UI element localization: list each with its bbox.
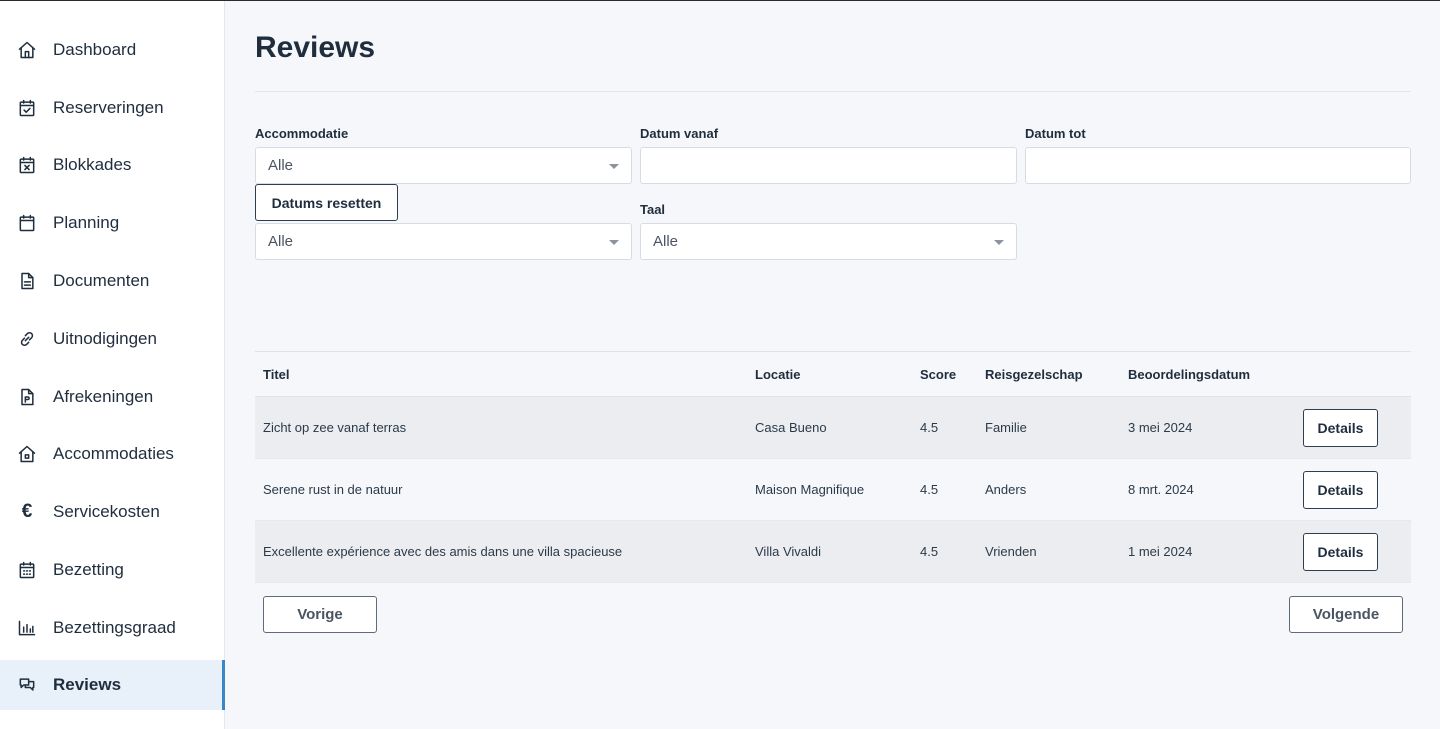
filters-panel: Accommodatie Alle Datum vanaf Datum tot …: [255, 92, 1411, 272]
sidebar-item-documenten[interactable]: Documenten: [0, 252, 224, 310]
cell-actions: Details: [1303, 470, 1411, 509]
cell-reisgezelschap: Anders: [985, 482, 1027, 497]
column-header-titel[interactable]: Titel: [255, 367, 755, 382]
details-button[interactable]: Details: [1303, 532, 1378, 571]
table-row: Serene rust in de natuur Maison Magnifiq…: [255, 459, 1411, 521]
sidebar-item-label: Documenten: [53, 271, 150, 291]
select-value: Alle: [653, 233, 679, 250]
sidebar-item-bezettingsgraad[interactable]: Bezettingsgraad: [0, 599, 224, 657]
cell-score: 4.5: [920, 482, 939, 497]
cell-titel: Serene rust in de natuur: [263, 482, 403, 497]
sidebar-item-dashboard[interactable]: Dashboard: [0, 21, 224, 79]
cell-score: 4.5: [920, 544, 939, 559]
score-select[interactable]: Alle: [255, 223, 632, 260]
cell-datum: 3 mei 2024: [1128, 420, 1193, 435]
datum-tot-input[interactable]: [1025, 147, 1411, 184]
filter-label: Accommodatie: [255, 126, 349, 141]
sidebar-item-label: Uitnodigingen: [53, 328, 157, 348]
taal-select[interactable]: Alle: [640, 223, 1017, 260]
cell-reisgezelschap: Vrienden: [985, 544, 1037, 559]
house-icon: [16, 443, 38, 465]
cell-titel: Excellente expérience avec des amis dans…: [263, 544, 623, 559]
cell-locatie: Casa Bueno: [755, 420, 827, 435]
calendar-icon: [16, 212, 38, 234]
caret-down-icon: [609, 240, 619, 245]
home-icon: [16, 39, 38, 61]
sidebar-item-label: Bezettingsgraad: [53, 617, 176, 637]
cell-titel: Zicht op zee vanaf terras: [263, 420, 407, 435]
main-content: Reviews Accommodatie Alle Datum vanaf Da…: [255, 1, 1411, 633]
reset-dates-button[interactable]: Datums resetten: [255, 184, 398, 221]
sidebar-item-blokkades[interactable]: Blokkades: [0, 137, 224, 195]
datum-vanaf-input[interactable]: [640, 147, 1017, 184]
column-header-locatie[interactable]: Locatie: [755, 367, 920, 382]
filter-accommodatie: Accommodatie Alle: [255, 126, 632, 184]
next-page-button[interactable]: Volgende: [1289, 596, 1403, 633]
caret-down-icon: [994, 240, 1004, 245]
sidebar-item-label: Planning: [53, 213, 120, 233]
cell-locatie: Maison Magnifique: [755, 482, 865, 497]
cell-actions: Details: [1303, 532, 1411, 571]
cell-datum: 8 mrt. 2024: [1128, 482, 1194, 497]
select-value: Alle: [268, 233, 294, 250]
sidebar-item-label: Blokkades: [53, 155, 132, 175]
link-icon: [16, 328, 38, 350]
filter-datum-tot: Datum tot: [1025, 126, 1411, 184]
cell-actions: Details: [1303, 408, 1411, 447]
sidebar-item-reserveringen[interactable]: Reserveringen: [0, 79, 224, 137]
table-row: Excellente expérience avec des amis dans…: [255, 521, 1411, 583]
sidebar-item-label: Dashboard: [53, 39, 137, 59]
caret-down-icon: [609, 164, 619, 169]
euro-icon: €: [21, 501, 33, 523]
filter-label: Datum vanaf: [640, 126, 719, 141]
calendar-grid-icon: [16, 559, 38, 581]
cell-score: 4.5: [920, 420, 939, 435]
table-header: Titel Locatie Score Reisgezelschap Beoor…: [255, 351, 1411, 397]
filter-label: Taal: [640, 202, 666, 217]
sidebar-item-label: Reserveringen: [53, 97, 164, 117]
sidebar-nav: Dashboard Reserveringen Blokkades Planni…: [0, 1, 225, 710]
sidebar-item-reviews[interactable]: Reviews: [0, 659, 225, 710]
table-row: Zicht op zee vanaf terras Casa Bueno 4.5…: [255, 397, 1411, 459]
filter-label: Datum tot: [1025, 126, 1086, 141]
previous-page-button[interactable]: Vorige: [263, 596, 377, 633]
sidebar-item-planning[interactable]: Planning: [0, 194, 224, 252]
filter-taal: Taal Alle: [640, 202, 1017, 260]
column-header-reisgezelschap[interactable]: Reisgezelschap: [985, 367, 1128, 382]
sidebar-item-label: Servicekosten: [53, 502, 160, 522]
sidebar-item-label: Reviews: [53, 674, 122, 694]
reviews-table: Titel Locatie Score Reisgezelschap Beoor…: [255, 351, 1411, 583]
calendar-check-icon: [16, 97, 38, 119]
select-value: Alle: [268, 157, 294, 174]
sidebar-item-label: Afrekeningen: [53, 386, 154, 406]
sidebar-item-uitnodigingen[interactable]: Uitnodigingen: [0, 310, 224, 368]
receipt-icon: [16, 386, 38, 408]
cell-reisgezelschap: Familie: [985, 420, 1027, 435]
sidebar-item-accommodaties[interactable]: Accommodaties: [0, 426, 224, 484]
sidebar-item-label: Bezetting: [53, 560, 124, 580]
column-header-score[interactable]: Score: [920, 367, 985, 382]
sidebar-item-bezetting[interactable]: Bezetting: [0, 541, 224, 599]
accommodatie-select[interactable]: Alle: [255, 147, 632, 184]
sidebar: Dashboard Reserveringen Blokkades Planni…: [0, 1, 225, 729]
details-button[interactable]: Details: [1303, 408, 1378, 447]
cell-locatie: Villa Vivaldi: [755, 544, 822, 559]
column-header-beoordelingsdatum[interactable]: Beoordelingsdatum: [1128, 367, 1303, 382]
page-title: Reviews: [255, 31, 376, 64]
sidebar-item-afrekeningen[interactable]: Afrekeningen: [0, 368, 224, 426]
sidebar-item-servicekosten[interactable]: € Servicekosten: [0, 483, 224, 541]
cell-datum: 1 mei 2024: [1128, 544, 1193, 559]
calendar-x-icon: [16, 154, 38, 176]
chat-bubbles-icon: [16, 674, 38, 696]
sidebar-item-label: Accommodaties: [53, 444, 174, 464]
bar-chart-icon: [16, 617, 38, 639]
document-icon: [16, 270, 38, 292]
filter-datum-vanaf: Datum vanaf: [640, 126, 1017, 184]
details-button[interactable]: Details: [1303, 470, 1378, 509]
